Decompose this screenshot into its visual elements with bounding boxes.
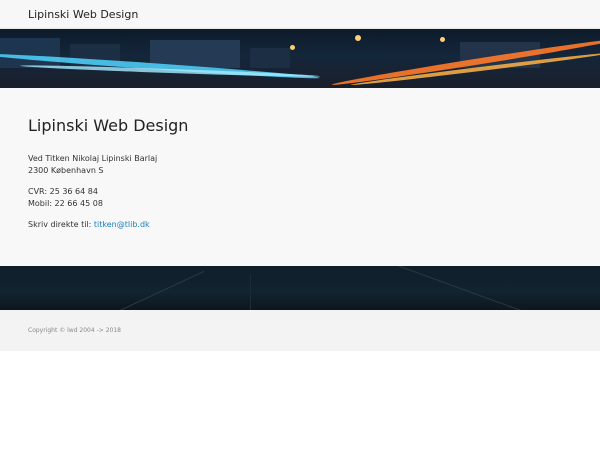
contact-line: Skriv direkte til: titken@tlib.dk (28, 219, 572, 231)
email-link[interactable]: titken@tlib.dk (94, 220, 150, 229)
hero-banner-image (0, 29, 600, 88)
company-info: CVR: 25 36 64 84 Mobil: 22 66 45 08 (28, 186, 572, 210)
main-content: Lipinski Web Design Ved Titken Nikolaj L… (0, 88, 600, 266)
mobile-number: Mobil: 22 66 45 08 (28, 199, 103, 208)
footer: Copyright © lwd 2004 -> 2018 (0, 310, 600, 351)
page-title: Lipinski Web Design (28, 116, 189, 135)
copyright-text: Copyright © lwd 2004 -> 2018 (28, 327, 121, 334)
top-navbar: Lipinski Web Design (0, 0, 600, 29)
address-line-2: 2300 København S (28, 166, 104, 175)
address-line-1: Ved Titken Nikolaj Lipinski Barlaj (28, 154, 158, 163)
road-banner-image (0, 266, 600, 310)
email-prefix: Skriv direkte til: (28, 220, 92, 229)
brand-link[interactable]: Lipinski Web Design (28, 8, 138, 21)
address-block: Ved Titken Nikolaj Lipinski Barlaj 2300 … (28, 153, 572, 177)
cvr-number: CVR: 25 36 64 84 (28, 187, 98, 196)
